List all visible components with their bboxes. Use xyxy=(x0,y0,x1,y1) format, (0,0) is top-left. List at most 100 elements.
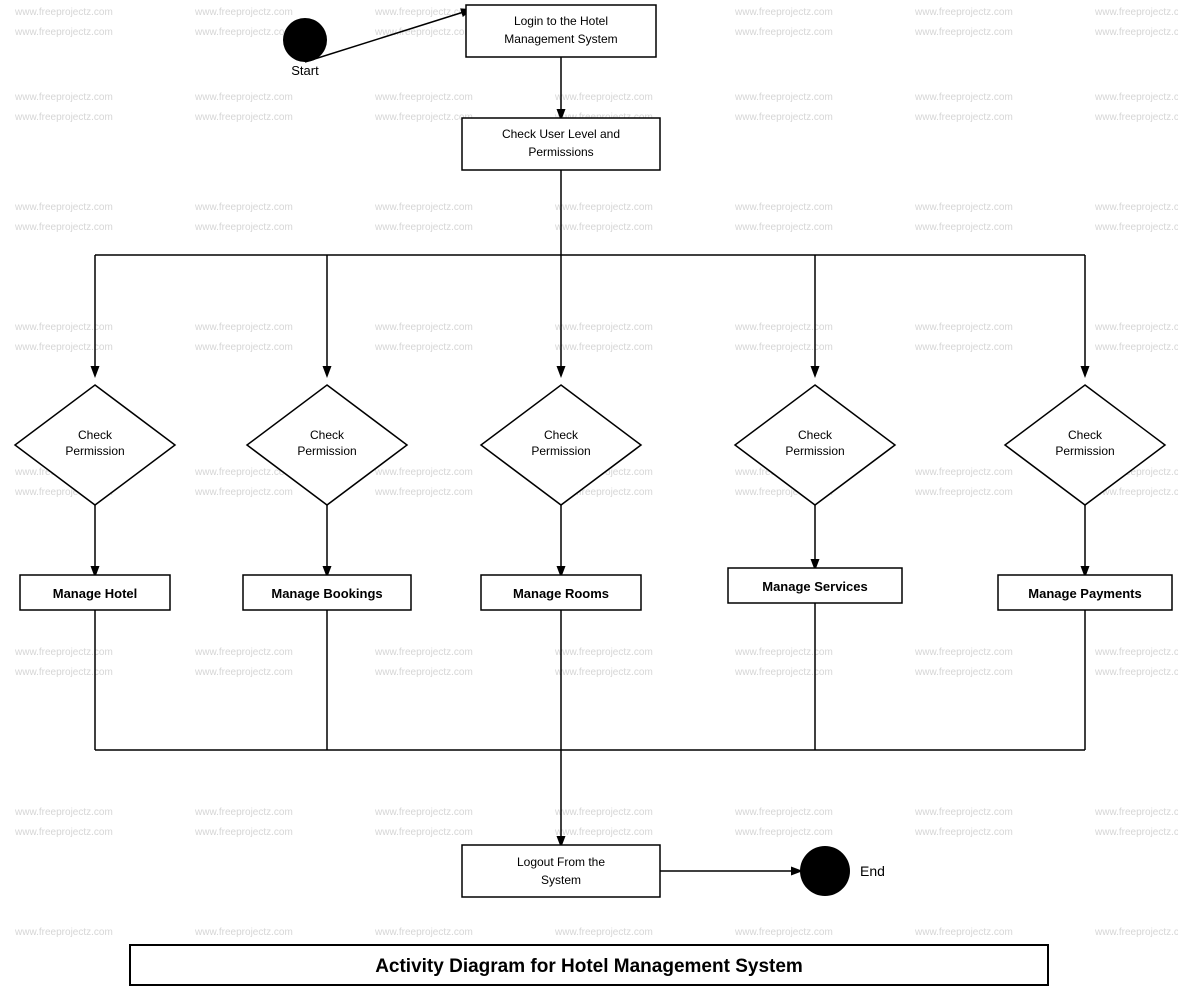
svg-text:www.freeprojectz.com: www.freeprojectz.com xyxy=(374,927,473,938)
diagram-container: www.freeprojectz.com www.freeprojectz.co… xyxy=(0,0,1178,994)
svg-text:www.freeprojectz.com: www.freeprojectz.com xyxy=(1094,647,1178,658)
svg-text:www.freeprojectz.com: www.freeprojectz.com xyxy=(1094,667,1178,678)
check-perm-5-text-2: Permission xyxy=(1055,444,1114,458)
check-perm-4-text-1: Check xyxy=(798,428,833,442)
svg-text:www.freeprojectz.com: www.freeprojectz.com xyxy=(194,647,293,658)
check-perm-3-text-1: Check xyxy=(544,428,579,442)
svg-text:www.freeprojectz.com: www.freeprojectz.com xyxy=(1094,927,1178,938)
svg-text:www.freeprojectz.com: www.freeprojectz.com xyxy=(554,807,653,818)
svg-text:www.freeprojectz.com: www.freeprojectz.com xyxy=(554,342,653,353)
svg-text:www.freeprojectz.com: www.freeprojectz.com xyxy=(554,92,653,103)
svg-text:www.freeprojectz.com: www.freeprojectz.com xyxy=(194,342,293,353)
svg-text:www.freeprojectz.com: www.freeprojectz.com xyxy=(194,112,293,123)
logout-text-1: Logout From the xyxy=(517,855,605,869)
check-perm-5-text-1: Check xyxy=(1068,428,1103,442)
svg-text:www.freeprojectz.com: www.freeprojectz.com xyxy=(914,827,1013,838)
svg-text:www.freeprojectz.com: www.freeprojectz.com xyxy=(914,487,1013,498)
check-user-level-box xyxy=(462,118,660,170)
svg-text:www.freeprojectz.com: www.freeprojectz.com xyxy=(14,112,113,123)
logout-text-2: System xyxy=(541,873,581,887)
logout-box xyxy=(462,845,660,897)
svg-text:www.freeprojectz.com: www.freeprojectz.com xyxy=(194,667,293,678)
svg-text:www.freeprojectz.com: www.freeprojectz.com xyxy=(914,112,1013,123)
diagram-title: Activity Diagram for Hotel Management Sy… xyxy=(375,956,803,977)
svg-text:www.freeprojectz.com: www.freeprojectz.com xyxy=(914,927,1013,938)
svg-text:www.freeprojectz.com: www.freeprojectz.com xyxy=(1094,27,1178,38)
svg-text:www.freeprojectz.com: www.freeprojectz.com xyxy=(1094,342,1178,353)
svg-text:www.freeprojectz.com: www.freeprojectz.com xyxy=(14,647,113,658)
svg-text:www.freeprojectz.com: www.freeprojectz.com xyxy=(1094,202,1178,213)
login-text-1: Login to the Hotel xyxy=(514,14,608,28)
svg-text:www.freeprojectz.com: www.freeprojectz.com xyxy=(554,827,653,838)
svg-text:www.freeprojectz.com: www.freeprojectz.com xyxy=(1094,7,1178,18)
start-node xyxy=(283,18,327,62)
svg-text:www.freeprojectz.com: www.freeprojectz.com xyxy=(194,322,293,333)
check-perm-1-text-1: Check xyxy=(78,428,113,442)
svg-text:www.freeprojectz.com: www.freeprojectz.com xyxy=(374,342,473,353)
svg-text:www.freeprojectz.com: www.freeprojectz.com xyxy=(14,927,113,938)
svg-text:www.freeprojectz.com: www.freeprojectz.com xyxy=(374,112,473,123)
svg-text:www.freeprojectz.com: www.freeprojectz.com xyxy=(374,7,473,18)
svg-text:www.freeprojectz.com: www.freeprojectz.com xyxy=(1094,322,1178,333)
svg-text:www.freeprojectz.com: www.freeprojectz.com xyxy=(14,667,113,678)
svg-text:www.freeprojectz.com: www.freeprojectz.com xyxy=(374,807,473,818)
svg-text:www.freeprojectz.com: www.freeprojectz.com xyxy=(374,322,473,333)
svg-text:www.freeprojectz.com: www.freeprojectz.com xyxy=(554,647,653,658)
check-perm-2-text-2: Permission xyxy=(297,444,356,458)
check-perm-2-text-1: Check xyxy=(310,428,345,442)
end-label: End xyxy=(860,863,885,879)
svg-text:www.freeprojectz.com: www.freeprojectz.com xyxy=(914,92,1013,103)
svg-text:www.freeprojectz.com: www.freeprojectz.com xyxy=(554,667,653,678)
manage-rooms-text: Manage Rooms xyxy=(513,586,609,601)
svg-text:www.freeprojectz.com: www.freeprojectz.com xyxy=(374,827,473,838)
svg-text:www.freeprojectz.com: www.freeprojectz.com xyxy=(1094,112,1178,123)
login-text-2: Management System xyxy=(504,32,617,46)
svg-text:www.freeprojectz.com: www.freeprojectz.com xyxy=(194,487,293,498)
svg-text:www.freeprojectz.com: www.freeprojectz.com xyxy=(14,92,113,103)
svg-text:www.freeprojectz.com: www.freeprojectz.com xyxy=(194,927,293,938)
svg-text:www.freeprojectz.com: www.freeprojectz.com xyxy=(374,667,473,678)
svg-text:www.freeprojectz.com: www.freeprojectz.com xyxy=(194,202,293,213)
svg-text:www.freeprojectz.com: www.freeprojectz.com xyxy=(1094,92,1178,103)
svg-text:www.freeprojectz.com: www.freeprojectz.com xyxy=(14,7,113,18)
svg-text:www.freeprojectz.com: www.freeprojectz.com xyxy=(14,827,113,838)
svg-text:www.freeprojectz.com: www.freeprojectz.com xyxy=(194,222,293,233)
svg-text:www.freeprojectz.com: www.freeprojectz.com xyxy=(554,202,653,213)
svg-text:www.freeprojectz.com: www.freeprojectz.com xyxy=(734,827,833,838)
svg-text:www.freeprojectz.com: www.freeprojectz.com xyxy=(914,27,1013,38)
svg-text:www.freeprojectz.com: www.freeprojectz.com xyxy=(914,807,1013,818)
svg-text:www.freeprojectz.com: www.freeprojectz.com xyxy=(374,647,473,658)
svg-text:www.freeprojectz.com: www.freeprojectz.com xyxy=(14,322,113,333)
svg-text:www.freeprojectz.com: www.freeprojectz.com xyxy=(914,222,1013,233)
svg-text:www.freeprojectz.com: www.freeprojectz.com xyxy=(194,827,293,838)
end-node xyxy=(800,846,850,896)
svg-text:www.freeprojectz.com: www.freeprojectz.com xyxy=(734,222,833,233)
svg-text:www.freeprojectz.com: www.freeprojectz.com xyxy=(914,647,1013,658)
start-label: Start xyxy=(291,63,319,78)
check-perm-4-text-2: Permission xyxy=(785,444,844,458)
svg-text:www.freeprojectz.com: www.freeprojectz.com xyxy=(734,647,833,658)
svg-text:www.freeprojectz.com: www.freeprojectz.com xyxy=(14,222,113,233)
svg-text:www.freeprojectz.com: www.freeprojectz.com xyxy=(554,927,653,938)
svg-text:www.freeprojectz.com: www.freeprojectz.com xyxy=(374,487,473,498)
svg-text:www.freeprojectz.com: www.freeprojectz.com xyxy=(1094,807,1178,818)
svg-text:www.freeprojectz.com: www.freeprojectz.com xyxy=(14,342,113,353)
manage-payments-text: Manage Payments xyxy=(1028,586,1141,601)
svg-text:www.freeprojectz.com: www.freeprojectz.com xyxy=(554,322,653,333)
svg-text:www.freeprojectz.com: www.freeprojectz.com xyxy=(734,112,833,123)
svg-text:www.freeprojectz.com: www.freeprojectz.com xyxy=(914,7,1013,18)
activity-diagram: www.freeprojectz.com www.freeprojectz.co… xyxy=(0,0,1178,994)
svg-text:www.freeprojectz.com: www.freeprojectz.com xyxy=(374,222,473,233)
svg-text:www.freeprojectz.com: www.freeprojectz.com xyxy=(734,342,833,353)
login-box xyxy=(466,5,656,57)
manage-bookings-text: Manage Bookings xyxy=(271,586,382,601)
svg-text:www.freeprojectz.com: www.freeprojectz.com xyxy=(914,667,1013,678)
svg-text:www.freeprojectz.com: www.freeprojectz.com xyxy=(734,322,833,333)
svg-text:www.freeprojectz.com: www.freeprojectz.com xyxy=(194,27,293,38)
check-perm-3-text-2: Permission xyxy=(531,444,590,458)
manage-hotel-text: Manage Hotel xyxy=(53,586,138,601)
svg-text:www.freeprojectz.com: www.freeprojectz.com xyxy=(734,7,833,18)
svg-text:www.freeprojectz.com: www.freeprojectz.com xyxy=(734,927,833,938)
svg-text:www.freeprojectz.com: www.freeprojectz.com xyxy=(914,342,1013,353)
svg-text:www.freeprojectz.com: www.freeprojectz.com xyxy=(914,202,1013,213)
